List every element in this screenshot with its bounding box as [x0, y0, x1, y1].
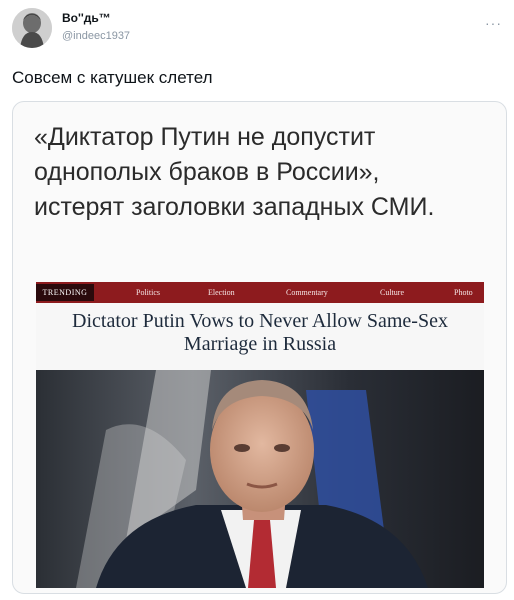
nav-item-photo: Photo [454, 288, 473, 297]
nav-item-culture: Culture [380, 288, 404, 297]
image-quote-text: «Диктатор Путин не допустит однополых бр… [34, 123, 435, 221]
article-headline: Dictator Putin Vows to Never Allow Same-… [72, 310, 448, 355]
article-screenshot: TRENDING Politics Election Commentary Cu… [36, 282, 484, 588]
nav-item-politics: Politics [136, 288, 161, 297]
nav-trending: TRENDING [36, 284, 94, 301]
nav-item-commentary: Commentary [286, 288, 328, 297]
tweet-text: Совсем с катушек слетел [12, 68, 213, 87]
nav-item-election: Election [208, 288, 235, 297]
avatar[interactable] [12, 8, 52, 48]
article-photo [36, 370, 484, 588]
article-nav-bar: TRENDING Politics Election Commentary Cu… [36, 282, 484, 303]
tweet-image[interactable]: «Диктатор Путин не допустит однополых бр… [12, 101, 507, 594]
author-name[interactable]: Boʹʹдь™ [62, 11, 111, 25]
more-options-icon[interactable]: ··· [485, 15, 502, 31]
author-handle[interactable]: @indeec1937 [62, 30, 130, 42]
